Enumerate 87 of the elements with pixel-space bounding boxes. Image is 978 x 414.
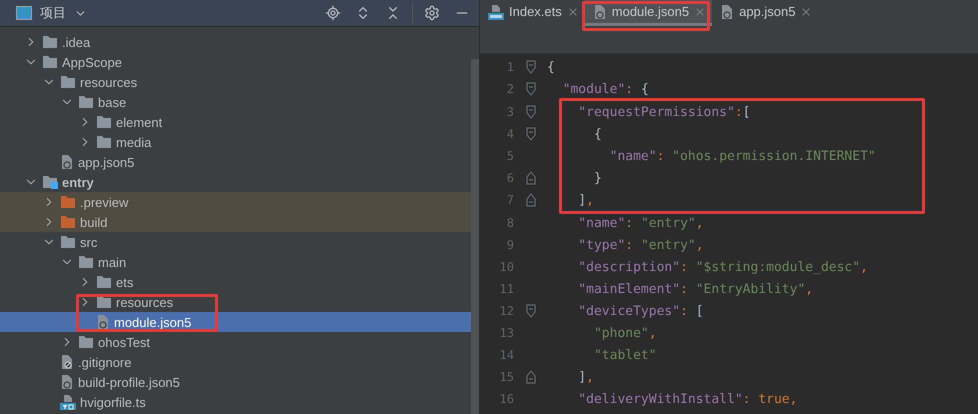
code-line: } xyxy=(592,170,602,186)
line-number: 11 xyxy=(498,282,514,296)
line-number: 15 xyxy=(498,370,514,384)
folder-icon xyxy=(96,135,112,149)
editor-tab[interactable]: Index.ets xyxy=(480,0,585,26)
line-number: 3 xyxy=(506,105,514,119)
tree-item[interactable]: element xyxy=(0,112,471,132)
fold-marker-icon[interactable] xyxy=(526,171,536,185)
tree-item[interactable]: ets xyxy=(0,272,471,292)
line-number: 9 xyxy=(506,238,514,252)
tree-item[interactable]: build xyxy=(0,212,471,232)
line-number: 16 xyxy=(498,392,514,406)
tree-item[interactable]: .idea xyxy=(0,32,471,52)
tree-item[interactable]: build-profile.json5 xyxy=(0,372,471,392)
code-line: "name": "ohos.permission.INTERNET" xyxy=(608,148,876,164)
code-line: "mainElement": "EntryAbility", xyxy=(577,282,814,296)
json-file-icon xyxy=(720,4,734,20)
tree-item[interactable]: hvigorfile.ts xyxy=(0,392,471,412)
code-line: "tablet" xyxy=(592,348,657,362)
code-line: { xyxy=(592,126,602,142)
folder-icon xyxy=(96,275,112,289)
tree-item[interactable]: app.json5 xyxy=(0,152,471,172)
tree-item[interactable]: entry xyxy=(0,172,471,192)
line-number: 14 xyxy=(498,348,514,362)
folder-icon xyxy=(60,195,76,209)
line-number: 8 xyxy=(506,216,514,230)
code-line: "module": { xyxy=(562,82,649,96)
fold-marker-icon[interactable] xyxy=(526,193,536,207)
code-line: { xyxy=(547,60,555,74)
json-file-icon xyxy=(96,314,110,330)
code-line: "phone", xyxy=(592,326,657,340)
editor-tab[interactable]: app.json5 xyxy=(712,0,818,26)
tree-item[interactable]: src xyxy=(0,232,471,252)
tree-item[interactable]: resources xyxy=(0,292,471,312)
line-number: 2 xyxy=(506,82,514,96)
panel-title: 项目 xyxy=(40,4,66,22)
line-number: 6 xyxy=(506,171,514,185)
fold-marker-icon[interactable] xyxy=(526,105,536,119)
folder-icon xyxy=(96,115,112,129)
folder-icon xyxy=(60,235,76,249)
code-line: "type": "entry", xyxy=(577,238,704,252)
fold-marker-icon[interactable] xyxy=(526,82,536,96)
fold-marker-icon[interactable] xyxy=(526,127,536,141)
folder-icon xyxy=(60,215,76,229)
window-icon xyxy=(16,6,32,20)
code-line: "requestPermissions":[ xyxy=(577,104,750,120)
fold-marker-icon[interactable] xyxy=(526,370,536,384)
tree-item[interactable]: main xyxy=(0,252,471,272)
json-file-icon xyxy=(592,4,607,20)
code-line: "description": "$string:module_desc", xyxy=(577,260,868,274)
folder-icon xyxy=(60,75,76,89)
folder-icon xyxy=(42,55,58,69)
line-number: 1 xyxy=(506,60,514,74)
ets-file-icon xyxy=(488,4,504,20)
ignore-file-icon xyxy=(60,354,74,370)
folder-icon xyxy=(78,255,94,269)
close-icon[interactable] xyxy=(800,6,812,18)
tree-item[interactable]: .preview xyxy=(0,192,471,212)
tree-item[interactable]: resources xyxy=(0,72,471,92)
code-line: ], xyxy=(577,370,594,384)
tree-item[interactable]: ohosTest xyxy=(0,332,471,352)
folder-icon xyxy=(96,295,112,309)
line-number: 4 xyxy=(506,127,514,141)
folder-icon xyxy=(42,35,58,49)
code-line: "name": "entry", xyxy=(577,216,704,230)
json-file-icon xyxy=(60,154,74,170)
code-line: "deliveryWithInstall": true, xyxy=(577,392,798,406)
fold-marker-icon[interactable] xyxy=(526,304,536,318)
code-line: "deviceTypes": [ xyxy=(577,304,704,318)
fold-marker-icon[interactable] xyxy=(526,60,536,74)
tree-item[interactable]: .gitignore xyxy=(0,352,471,372)
tree-item[interactable]: media xyxy=(0,132,471,152)
module-folder-icon xyxy=(42,175,58,189)
code-line: ], xyxy=(577,192,594,208)
tree-item[interactable]: AppScope xyxy=(0,52,471,72)
tree-item[interactable]: base xyxy=(0,92,471,112)
folder-icon xyxy=(78,335,94,349)
line-number: 10 xyxy=(498,260,514,274)
typescript-file-icon xyxy=(60,394,76,410)
json-file-icon xyxy=(60,374,74,390)
close-icon[interactable] xyxy=(566,6,579,18)
line-number: 7 xyxy=(506,193,514,207)
tree-item[interactable]: module.json5 xyxy=(0,312,471,332)
line-number: 12 xyxy=(498,304,514,318)
line-number: 5 xyxy=(506,149,514,163)
line-number: 13 xyxy=(498,326,514,340)
folder-icon xyxy=(78,95,94,109)
